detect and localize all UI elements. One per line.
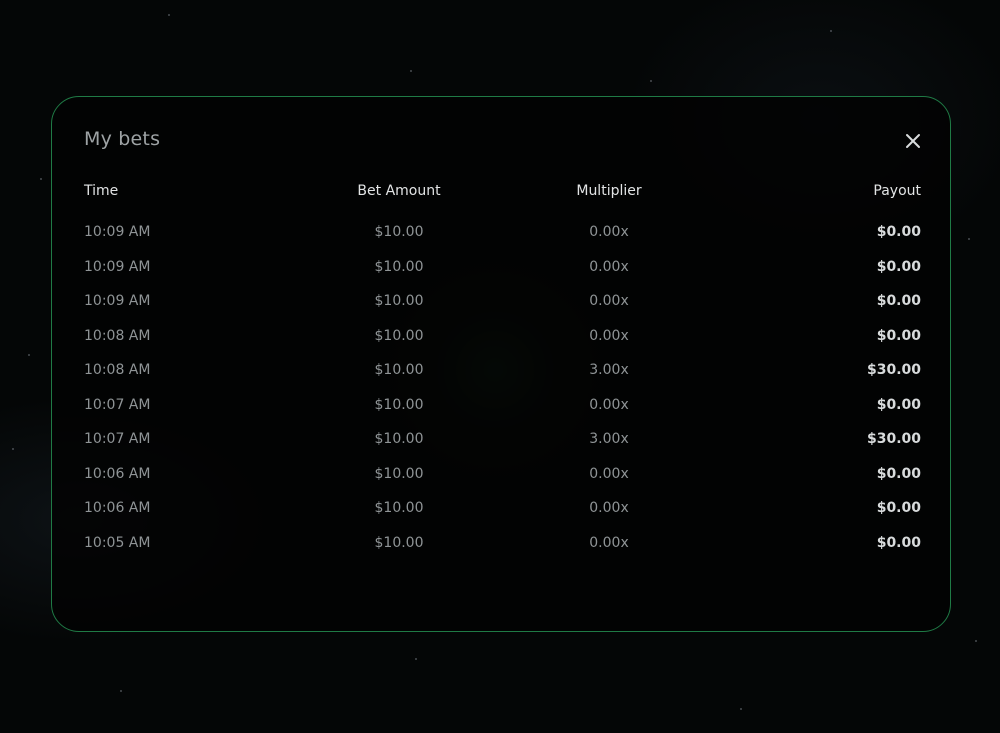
star <box>12 448 14 450</box>
cell-multiplier: 0.00x <box>589 500 629 517</box>
cell-time: 10:09 AM <box>84 224 151 241</box>
cell-bet-amount: $10.00 <box>374 293 424 310</box>
cell-multiplier: 0.00x <box>589 465 629 482</box>
cell-multiplier: 3.00x <box>589 431 629 448</box>
star <box>410 70 412 72</box>
cell-time: 10:08 AM <box>84 362 151 379</box>
table-row: 10:09 AM $10.00 0.00x $0.00 <box>84 284 921 319</box>
cell-bet-amount: $10.00 <box>374 224 424 241</box>
table-row: 10:09 AM $10.00 0.00x $0.00 <box>84 250 921 285</box>
header-bet-amount: Bet Amount <box>357 183 441 199</box>
cell-time: 10:09 AM <box>84 293 151 310</box>
star <box>740 708 742 710</box>
star <box>120 690 122 692</box>
header-multiplier: Multiplier <box>576 183 642 199</box>
cell-multiplier: 0.00x <box>589 534 629 551</box>
cell-time: 10:06 AM <box>84 465 151 482</box>
table-row: 10:09 AM $10.00 0.00x $0.00 <box>84 215 921 250</box>
table-row: 10:08 AM $10.00 0.00x $0.00 <box>84 319 921 354</box>
bets-table: Time Bet Amount Multiplier Payout 10:09 … <box>84 181 921 560</box>
cell-payout: $30.00 <box>866 362 921 379</box>
table-row: 10:07 AM $10.00 0.00x $0.00 <box>84 388 921 423</box>
cell-bet-amount: $10.00 <box>374 431 424 448</box>
cell-payout: $0.00 <box>876 396 921 413</box>
cell-bet-amount: $10.00 <box>374 362 424 379</box>
cell-multiplier: 3.00x <box>589 362 629 379</box>
header-payout: Payout <box>873 183 921 199</box>
star <box>28 354 30 356</box>
star <box>40 178 42 180</box>
header-time: Time <box>84 183 119 199</box>
table-header-row: Time Bet Amount Multiplier Payout <box>84 181 921 215</box>
cell-time: 10:07 AM <box>84 396 151 413</box>
star <box>168 14 170 16</box>
star <box>975 640 977 642</box>
cell-time: 10:05 AM <box>84 534 151 551</box>
cell-time: 10:09 AM <box>84 258 151 275</box>
star <box>415 658 417 660</box>
star <box>830 30 832 32</box>
table-row: 10:06 AM $10.00 0.00x $0.00 <box>84 457 921 492</box>
table-row: 10:07 AM $10.00 3.00x $30.00 <box>84 422 921 457</box>
cell-bet-amount: $10.00 <box>374 327 424 344</box>
cell-multiplier: 0.00x <box>589 396 629 413</box>
cell-time: 10:07 AM <box>84 431 151 448</box>
modal-title: My bets <box>84 128 161 150</box>
cell-payout: $0.00 <box>876 500 921 517</box>
cell-multiplier: 0.00x <box>589 258 629 275</box>
close-icon <box>906 134 920 148</box>
cell-payout: $0.00 <box>876 534 921 551</box>
close-button[interactable] <box>900 128 926 154</box>
cell-payout: $0.00 <box>876 293 921 310</box>
cell-payout: $30.00 <box>866 431 921 448</box>
star <box>650 80 652 82</box>
cell-payout: $0.00 <box>876 465 921 482</box>
background-scene: My bets Time Bet Amount Multiplier Payou… <box>0 0 1000 733</box>
cell-multiplier: 0.00x <box>589 327 629 344</box>
cell-time: 10:06 AM <box>84 500 151 517</box>
cell-payout: $0.00 <box>876 258 921 275</box>
cell-payout: $0.00 <box>876 224 921 241</box>
star <box>968 238 970 240</box>
cell-time: 10:08 AM <box>84 327 151 344</box>
cell-bet-amount: $10.00 <box>374 534 424 551</box>
cell-payout: $0.00 <box>876 327 921 344</box>
cell-multiplier: 0.00x <box>589 224 629 241</box>
cell-bet-amount: $10.00 <box>374 500 424 517</box>
cell-bet-amount: $10.00 <box>374 396 424 413</box>
table-row: 10:05 AM $10.00 0.00x $0.00 <box>84 526 921 561</box>
my-bets-modal: My bets Time Bet Amount Multiplier Payou… <box>51 96 951 632</box>
cell-bet-amount: $10.00 <box>374 465 424 482</box>
cell-multiplier: 0.00x <box>589 293 629 310</box>
table-row: 10:06 AM $10.00 0.00x $0.00 <box>84 491 921 526</box>
table-row: 10:08 AM $10.00 3.00x $30.00 <box>84 353 921 388</box>
cell-bet-amount: $10.00 <box>374 258 424 275</box>
